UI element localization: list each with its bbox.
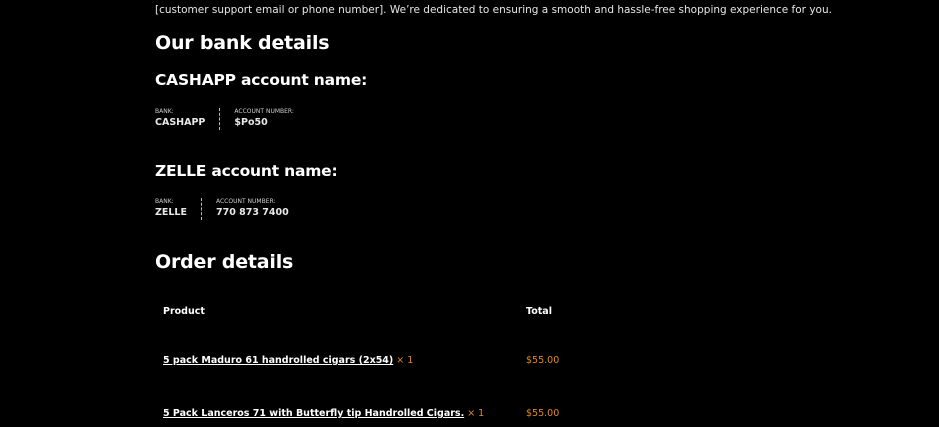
zelle-account-number-column: ACCOUNT NUMBER: 770 873 7400 [216,198,289,220]
line-total: $55.00 [526,408,560,419]
product-link[interactable]: 5 pack Maduro 61 handrolled cigars (2x54… [163,355,393,366]
table-header-row: Product Total [155,302,675,322]
cashapp-account-heading: CASHAPP account name: [155,71,368,89]
zelle-account-heading: ZELLE account name: [155,162,338,180]
intro-text: [customer support email or phone number]… [155,4,832,16]
product-link[interactable]: 5 Pack Lanceros 71 with Butterfly tip Ha… [163,408,464,419]
bank-details-heading: Our bank details [155,32,330,54]
order-details-heading: Order details [155,251,294,273]
product-column-header: Product [163,306,205,317]
cashapp-bank-column: BANK: CASHAPP [155,108,221,130]
quantity: × 1 [396,355,414,366]
account-number-value: $Po50 [234,117,268,128]
product-cell: 5 Pack Lanceros 71 with Butterfly tip Ha… [163,404,484,424]
zelle-bank-details: BANK: ZELLE ACCOUNT NUMBER: 770 873 7400 [155,198,289,220]
account-number-label: ACCOUNT NUMBER: [234,108,294,115]
bank-label: BANK: [155,108,174,115]
account-number-label: ACCOUNT NUMBER: [215,198,276,205]
table-row: 5 Pack Lanceros 71 with Butterfly tip Ha… [155,404,675,424]
bank-label: BANK: [155,198,174,205]
account-number-value: 770 873 7400 [215,207,289,218]
product-cell: 5 pack Maduro 61 handrolled cigars (2x54… [163,351,413,371]
cashapp-bank-details: BANK: CASHAPP ACCOUNT NUMBER: $Po50 [155,108,294,130]
total-column-header: Total [526,306,552,317]
cashapp-account-number-column: ACCOUNT NUMBER: $Po50 [234,108,294,130]
quantity: × 1 [467,408,485,419]
bank-value: CASHAPP [155,117,206,128]
table-row: 5 pack Maduro 61 handrolled cigars (2x54… [155,351,675,371]
line-total: $55.00 [526,355,560,366]
bank-value: ZELLE [155,207,187,218]
zelle-bank-column: BANK: ZELLE [155,198,202,220]
